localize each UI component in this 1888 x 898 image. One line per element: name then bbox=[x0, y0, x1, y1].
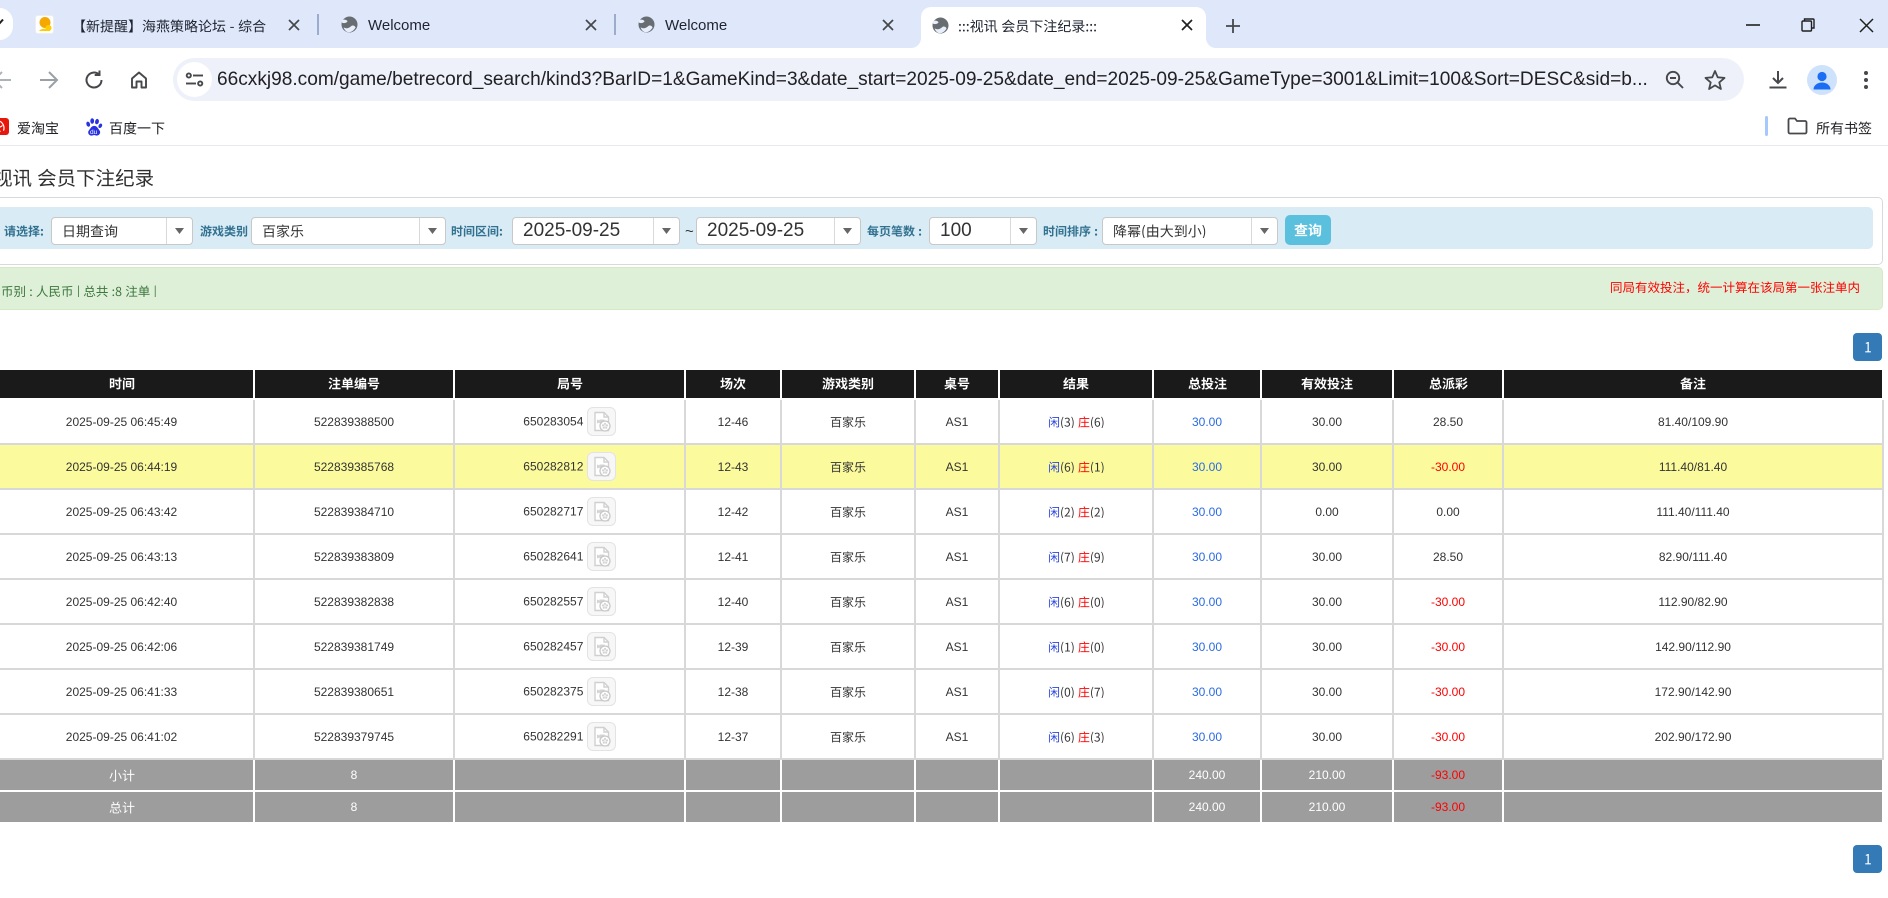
svg-text:du: du bbox=[90, 129, 98, 136]
